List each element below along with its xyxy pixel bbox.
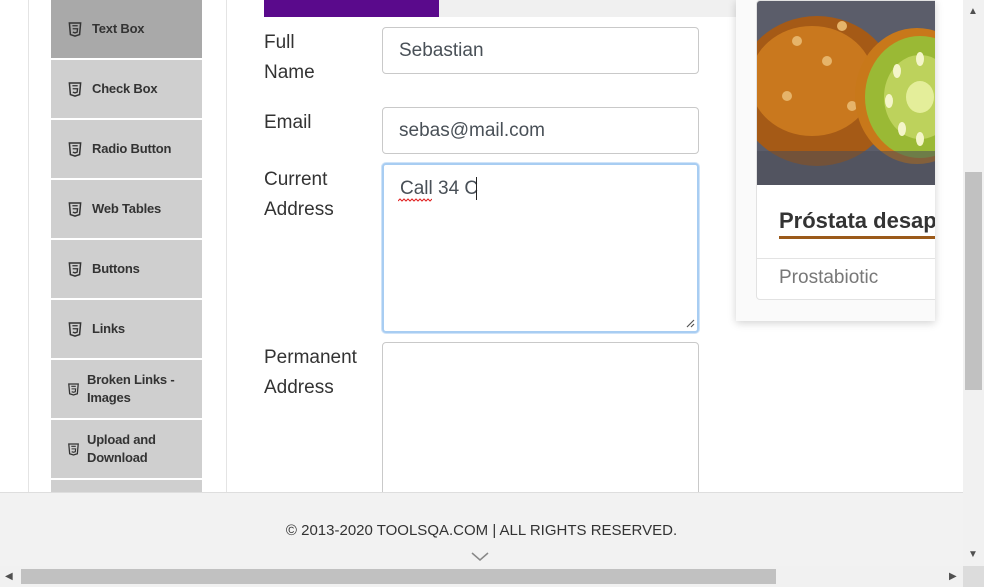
current-address-label: Current Address xyxy=(264,169,334,220)
vertical-scrollbar-thumb[interactable] xyxy=(965,172,982,390)
sidebar-item-partial[interactable] xyxy=(51,480,202,492)
sidebar-item-label: Radio Button xyxy=(92,141,172,156)
sidebar-item-label: Web Tables xyxy=(92,201,162,216)
scroll-left-arrow-icon[interactable]: ◀ xyxy=(5,572,13,582)
sidebar-item-buttons[interactable]: Buttons xyxy=(51,240,202,298)
horizontal-scrollbar-thumb[interactable] xyxy=(21,569,776,584)
html5-icon xyxy=(68,141,82,157)
sidebar-item-check-box[interactable]: Check Box xyxy=(51,60,202,118)
sidebar-item-label: Text Box xyxy=(92,21,145,36)
sidebar-item-web-tables[interactable]: Web Tables xyxy=(51,180,202,238)
sidebar-item-text-box[interactable]: Text Box xyxy=(51,0,202,58)
sidebar-item-label: Upload and Download xyxy=(87,432,156,465)
sidebar-item-label: Buttons xyxy=(92,261,140,276)
full-name-label: Full Name xyxy=(264,32,315,83)
sidebar-item-links[interactable]: Links xyxy=(51,300,202,358)
sidebar-item-label: Links xyxy=(92,321,125,336)
html5-icon xyxy=(68,81,82,97)
ad-headline[interactable]: Próstata desapar xyxy=(779,208,935,239)
advertisement-card[interactable]: Próstata desapar Prostabiotic xyxy=(736,0,935,321)
sidebar-item-upload-and-download[interactable]: Upload and Download xyxy=(51,420,202,478)
permanent-address-textarea[interactable] xyxy=(382,342,699,512)
html5-icon xyxy=(68,442,79,456)
kiwano-fruit-image xyxy=(757,1,935,185)
scroll-right-arrow-icon[interactable]: ▶ xyxy=(949,572,957,582)
html5-icon xyxy=(68,321,82,337)
progress-bar-fill xyxy=(264,0,439,17)
page: Text Box Check Box Radio Button Web Tabl… xyxy=(0,0,984,587)
html5-icon xyxy=(68,21,82,37)
footer: © 2013-2020 TOOLSQA.COM | ALL RIGHTS RES… xyxy=(0,492,963,566)
ad-divider xyxy=(757,258,935,259)
text-caret xyxy=(476,177,477,200)
sidebar-divider xyxy=(28,0,29,492)
sidebar-item-broken-links-images[interactable]: Broken Links - Images xyxy=(51,360,202,418)
progress-bar xyxy=(264,0,764,17)
email-input[interactable] xyxy=(382,107,699,154)
sidebar-item-radio-button[interactable]: Radio Button xyxy=(51,120,202,178)
scroll-up-arrow-icon[interactable]: ▲ xyxy=(968,7,978,17)
ad-source[interactable]: Prostabiotic xyxy=(779,267,878,289)
sidebar-item-label: Check Box xyxy=(92,81,158,96)
permanent-address-label: Permanent Address xyxy=(264,347,357,398)
html5-icon xyxy=(68,261,82,277)
full-name-input[interactable] xyxy=(382,27,699,74)
html5-icon xyxy=(68,201,82,217)
current-address-textarea[interactable]: Call 34 C xyxy=(382,163,699,333)
sidebar-divider xyxy=(226,0,227,492)
sidebar-item-label: Broken Links - Images xyxy=(87,372,175,405)
email-label: Email xyxy=(264,112,312,133)
copyright-text: © 2013-2020 TOOLSQA.COM | ALL RIGHTS RES… xyxy=(285,522,678,539)
scroll-down-arrow-icon[interactable]: ▼ xyxy=(968,550,978,560)
ad-content: Próstata desapar Prostabiotic xyxy=(756,0,935,300)
html5-icon xyxy=(68,382,79,396)
chevron-down-icon[interactable] xyxy=(470,551,490,562)
spellcheck-underline xyxy=(398,198,432,202)
scrollbar-corner xyxy=(963,566,984,587)
resize-grip-icon[interactable] xyxy=(685,318,695,328)
